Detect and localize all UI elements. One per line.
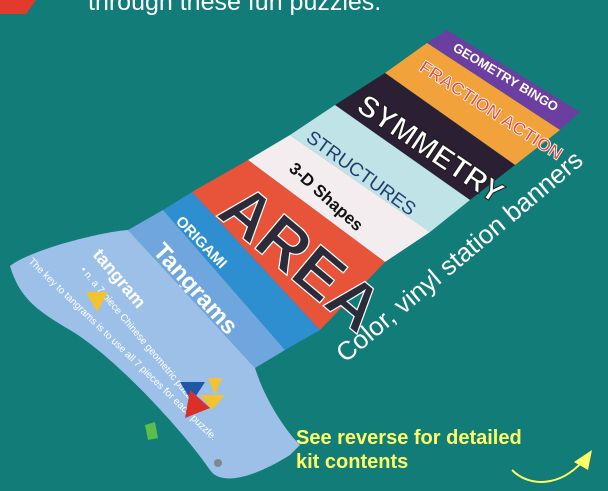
grommet-icon (214, 459, 222, 467)
tangram-piece-icon (145, 422, 158, 440)
curved-arrow-icon (511, 450, 592, 483)
banner-stack: GEOMETRY BINGO FRACTION ACTION SYMMETRY … (10, 30, 580, 479)
